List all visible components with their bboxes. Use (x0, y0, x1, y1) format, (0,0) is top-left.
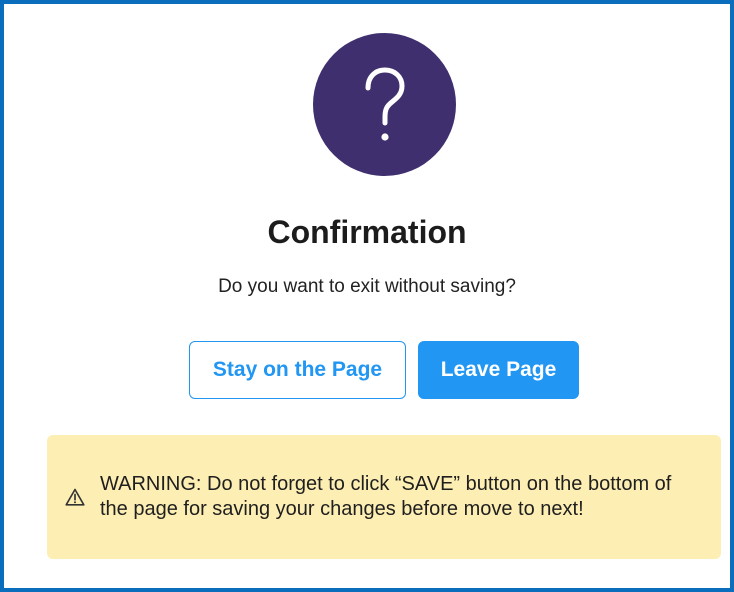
confirmation-dialog: Confirmation Do you want to exit without… (0, 0, 734, 592)
leave-page-button[interactable]: Leave Page (418, 341, 579, 399)
question-mark-icon (313, 33, 456, 176)
question-mark-glyph (365, 67, 404, 141)
warning-triangle-icon (64, 486, 86, 508)
dialog-message: Do you want to exit without saving? (218, 276, 516, 297)
warning-banner: WARNING: Do not forget to click “SAVE” b… (47, 435, 721, 559)
warning-text: WARNING: Do not forget to click “SAVE” b… (100, 473, 672, 520)
stay-on-page-button[interactable]: Stay on the Page (189, 341, 406, 399)
dialog-title: Confirmation (267, 214, 467, 250)
